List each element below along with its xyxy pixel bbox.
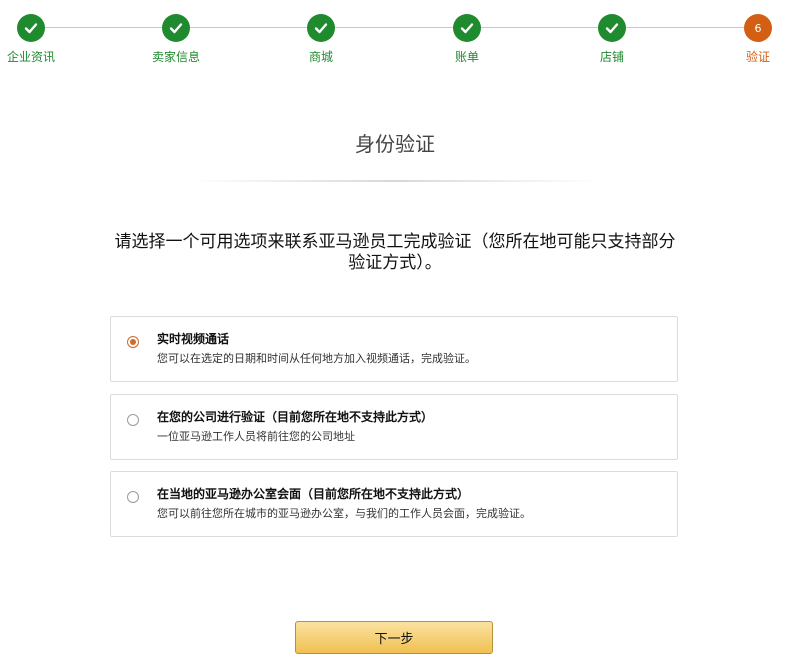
radio-button[interactable] <box>127 491 139 503</box>
check-icon <box>24 23 38 34</box>
option-title: 在您的公司进行验证（目前您所在地不支持此方式） <box>157 410 434 424</box>
option-company-visit[interactable]: 在您的公司进行验证（目前您所在地不支持此方式） 一位亚马逊工作人员将前往您的公司… <box>110 394 678 460</box>
radio-button[interactable] <box>127 414 139 426</box>
next-button[interactable]: 下一步 <box>295 621 493 654</box>
step-complete-indicator <box>307 14 335 42</box>
step-label: 店铺 <box>599 50 624 64</box>
title-divider <box>190 180 600 182</box>
step-complete-indicator <box>162 14 190 42</box>
step-complete-indicator <box>598 14 626 42</box>
step-label: 验证 <box>745 50 770 64</box>
step-seller-info: 卖家信息 <box>136 14 216 65</box>
step-label: 账单 <box>454 50 479 64</box>
option-description: 一位亚马逊工作人员将前往您的公司地址 <box>157 430 355 443</box>
page-title: 身份验证 <box>355 132 435 156</box>
step-complete-indicator <box>453 14 481 42</box>
option-video-call[interactable]: 实时视频通话 您可以在选定的日期和时间从任何地方加入视频通话，完成验证。 <box>110 316 678 382</box>
step-store: 店铺 <box>572 14 652 65</box>
check-icon <box>314 23 328 34</box>
check-icon <box>605 23 619 34</box>
step-verification: 6 验证 <box>718 14 798 65</box>
option-description: 您可以在选定的日期和时间从任何地方加入视频通话，完成验证。 <box>157 352 476 365</box>
step-number-badge: 6 <box>744 14 772 42</box>
option-title: 在当地的亚马逊办公室会面（目前您所在地不支持此方式） <box>157 487 470 501</box>
step-marketplace: 商城 <box>281 14 361 65</box>
instruction-text: 请选择一个可用选项来联系亚马逊员工完成验证（您所在地可能只支持部分验证方式）。 <box>114 232 676 273</box>
check-icon <box>169 23 183 34</box>
step-complete-indicator <box>17 14 45 42</box>
option-office-meeting[interactable]: 在当地的亚马逊办公室会面（目前您所在地不支持此方式） 您可以前往您所在城市的亚马… <box>110 471 678 537</box>
option-title: 实时视频通话 <box>157 332 230 346</box>
option-description: 您可以前往您所在城市的亚马逊办公室，与我们的工作人员会面，完成验证。 <box>157 507 531 520</box>
step-billing: 账单 <box>427 14 507 65</box>
step-label: 卖家信息 <box>151 50 200 64</box>
step-label: 企业资讯 <box>6 50 55 64</box>
step-label: 商城 <box>308 50 333 64</box>
progress-stepper: 企业资讯 卖家信息 商城 账单 店铺 6 验证 <box>0 0 800 80</box>
radio-button-selected[interactable] <box>127 336 139 348</box>
step-company-info: 企业资讯 <box>0 14 71 65</box>
check-icon <box>460 23 474 34</box>
